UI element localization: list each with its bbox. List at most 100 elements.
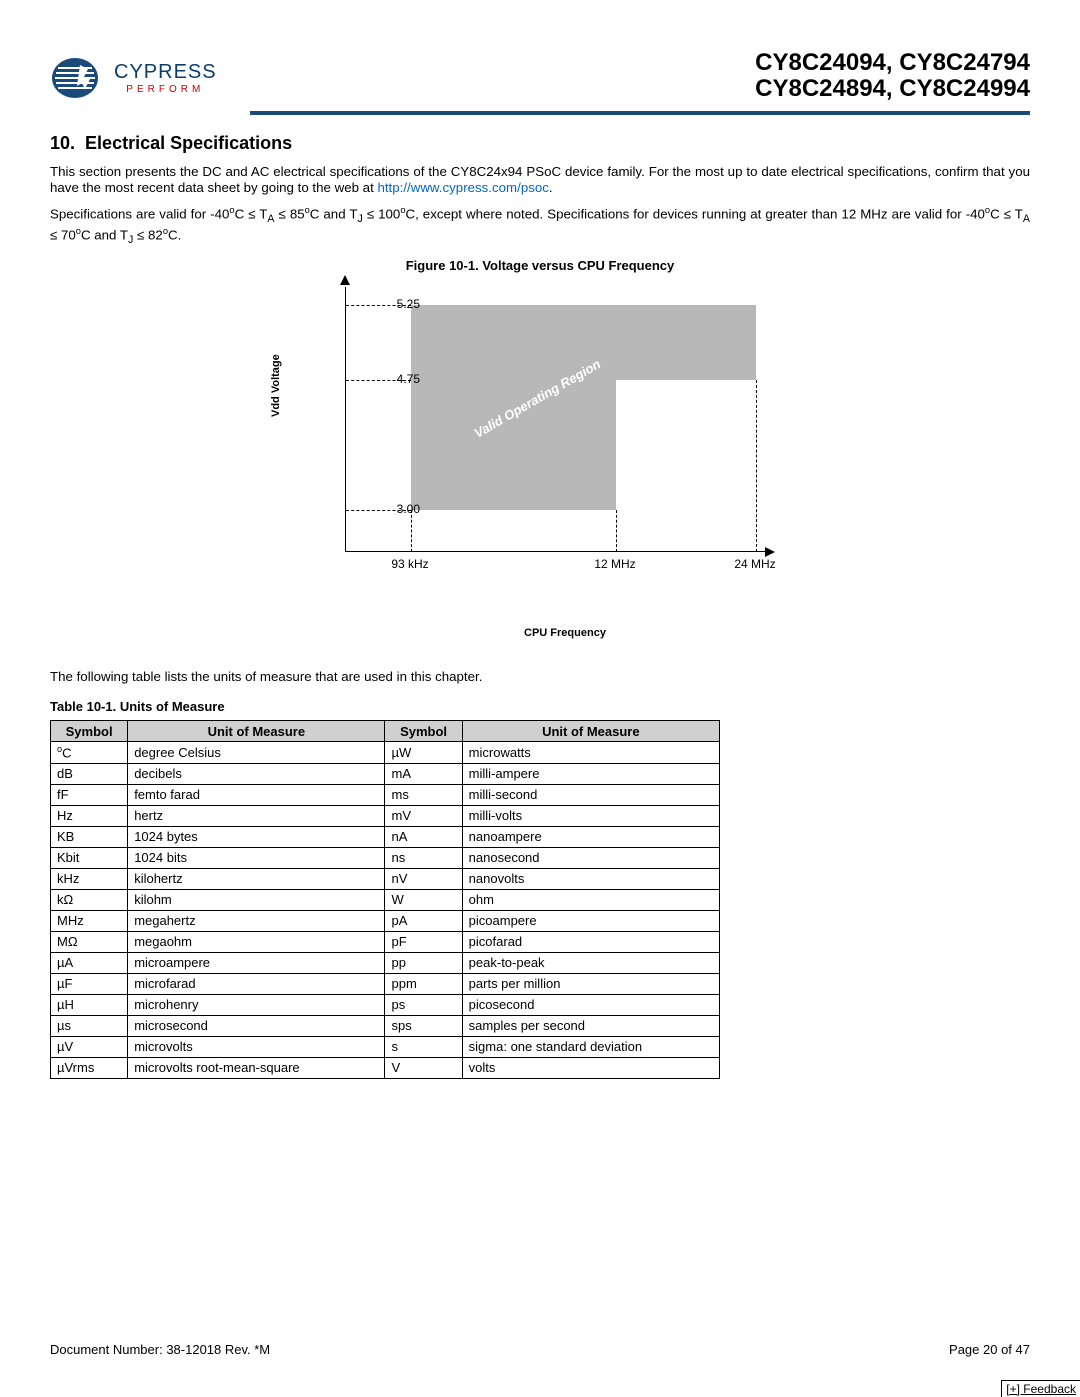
unit-cell: picofarad — [462, 931, 719, 952]
unit-cell: microampere — [128, 952, 385, 973]
figure-title: Figure 10-1. Voltage versus CPU Frequenc… — [50, 258, 1030, 273]
table-intro: The following table lists the units of m… — [50, 669, 1030, 686]
unit-cell: microfarad — [128, 973, 385, 994]
x-tick: 12 MHz — [585, 557, 645, 571]
dash-line — [411, 510, 412, 552]
symbol-cell: W — [385, 889, 462, 910]
table-row: Kbit1024 bitsnsnanosecond — [51, 847, 720, 868]
unit-cell: microhenry — [128, 994, 385, 1015]
symbol-cell: ns — [385, 847, 462, 868]
symbol-cell: kΩ — [51, 889, 128, 910]
symbol-cell: µF — [51, 973, 128, 994]
table-row: dBdecibelsmAmilli-ampere — [51, 763, 720, 784]
symbol-cell: µH — [51, 994, 128, 1015]
unit-cell: milli-ampere — [462, 763, 719, 784]
x-tick: 24 MHz — [725, 557, 785, 571]
unit-cell: picosecond — [462, 994, 719, 1015]
symbol-cell: µVrms — [51, 1057, 128, 1078]
symbol-cell: dB — [51, 763, 128, 784]
parts-line-2: CY8C24894, CY8C24994 — [755, 76, 1030, 102]
table-title: Table 10-1. Units of Measure — [50, 699, 1030, 714]
symbol-cell: MΩ — [51, 931, 128, 952]
table-row: fFfemto faradmsmilli-second — [51, 784, 720, 805]
th-symbol: Symbol — [51, 721, 128, 742]
table-row: kHzkilohertznVnanovolts — [51, 868, 720, 889]
y-tick: 3.00 — [370, 502, 420, 516]
x-axis-arrow-icon — [765, 547, 775, 557]
unit-cell: degree Celsius — [128, 742, 385, 763]
cypress-logo-icon — [50, 53, 110, 103]
unit-cell: megahertz — [128, 910, 385, 931]
th-unit: Unit of Measure — [128, 721, 385, 742]
unit-cell: nanovolts — [462, 868, 719, 889]
unit-cell: peak-to-peak — [462, 952, 719, 973]
table-row: oCdegree CelsiusµWmicrowatts — [51, 742, 720, 763]
symbol-cell: oC — [51, 742, 128, 763]
symbol-cell: V — [385, 1057, 462, 1078]
unit-cell: parts per million — [462, 973, 719, 994]
unit-cell: nanosecond — [462, 847, 719, 868]
header-rule — [250, 111, 1030, 115]
dash-line — [756, 380, 757, 552]
table-row: µHmicrohenrypspicosecond — [51, 994, 720, 1015]
intro-paragraph: This section presents the DC and AC elec… — [50, 164, 1030, 197]
table-header-row: Symbol Unit of Measure Symbol Unit of Me… — [51, 721, 720, 742]
unit-cell: ohm — [462, 889, 719, 910]
parts-line-1: CY8C24094, CY8C24794 — [755, 50, 1030, 76]
x-tick: 93 kHz — [380, 557, 440, 571]
table-row: µVrmsmicrovolts root-mean-squareVvolts — [51, 1057, 720, 1078]
symbol-cell: Hz — [51, 805, 128, 826]
y-axis-arrow-icon — [340, 275, 350, 285]
symbol-cell: pp — [385, 952, 462, 973]
symbol-cell: fF — [51, 784, 128, 805]
symbol-cell: pA — [385, 910, 462, 931]
logo-name: CYPRESS — [114, 61, 217, 84]
unit-cell: microvolts — [128, 1036, 385, 1057]
table-row: KB1024 bytesnAnanoampere — [51, 826, 720, 847]
table-row: MΩmegaohmpFpicofarad — [51, 931, 720, 952]
symbol-cell: µV — [51, 1036, 128, 1057]
symbol-cell: nV — [385, 868, 462, 889]
logo-tagline: PERFORM — [114, 84, 217, 95]
unit-cell: microvolts root-mean-square — [128, 1057, 385, 1078]
unit-cell: volts — [462, 1057, 719, 1078]
table-row: kΩkilohmWohm — [51, 889, 720, 910]
unit-cell: 1024 bytes — [128, 826, 385, 847]
table-row: µAmicroamperepppeak-to-peak — [51, 952, 720, 973]
document-number: Document Number: 38-12018 Rev. *M — [50, 1342, 270, 1357]
unit-cell: sigma: one standard deviation — [462, 1036, 719, 1057]
units-table: Symbol Unit of Measure Symbol Unit of Me… — [50, 720, 720, 1078]
table-row: µsmicrosecondspssamples per second — [51, 1015, 720, 1036]
symbol-cell: ppm — [385, 973, 462, 994]
logo: CYPRESS PERFORM — [50, 53, 217, 103]
y-tick: 5.25 — [370, 297, 420, 311]
page-header: CYPRESS PERFORM CY8C24094, CY8C24794 CY8… — [50, 50, 1030, 111]
unit-cell: hertz — [128, 805, 385, 826]
unit-cell: nanoampere — [462, 826, 719, 847]
symbol-cell: ps — [385, 994, 462, 1015]
symbol-cell: mV — [385, 805, 462, 826]
unit-cell: picoampere — [462, 910, 719, 931]
symbol-cell: mA — [385, 763, 462, 784]
table-row: µVmicrovoltsssigma: one standard deviati… — [51, 1036, 720, 1057]
table-row: MHzmegahertzpApicoampere — [51, 910, 720, 931]
unit-cell: 1024 bits — [128, 847, 385, 868]
voltage-frequency-chart: Vdd Voltage Valid Operating Region 5.25 … — [290, 277, 790, 639]
cypress-link[interactable]: http://www.cypress.com/psoc — [377, 180, 548, 195]
symbol-cell: Kbit — [51, 847, 128, 868]
symbol-cell: µW — [385, 742, 462, 763]
table-row: HzhertzmVmilli-volts — [51, 805, 720, 826]
section-heading: Electrical Specifications — [85, 133, 292, 153]
valid-region — [411, 380, 616, 510]
feedback-button[interactable]: [+] Feedback — [1001, 1380, 1080, 1397]
unit-cell: decibels — [128, 763, 385, 784]
unit-cell: milli-volts — [462, 805, 719, 826]
unit-cell: microsecond — [128, 1015, 385, 1036]
y-axis-label: Vdd Voltage — [270, 354, 282, 417]
th-symbol: Symbol — [385, 721, 462, 742]
dash-line — [616, 510, 617, 552]
x-axis-label: CPU Frequency — [340, 627, 790, 639]
th-unit: Unit of Measure — [462, 721, 719, 742]
symbol-cell: sps — [385, 1015, 462, 1036]
unit-cell: microwatts — [462, 742, 719, 763]
